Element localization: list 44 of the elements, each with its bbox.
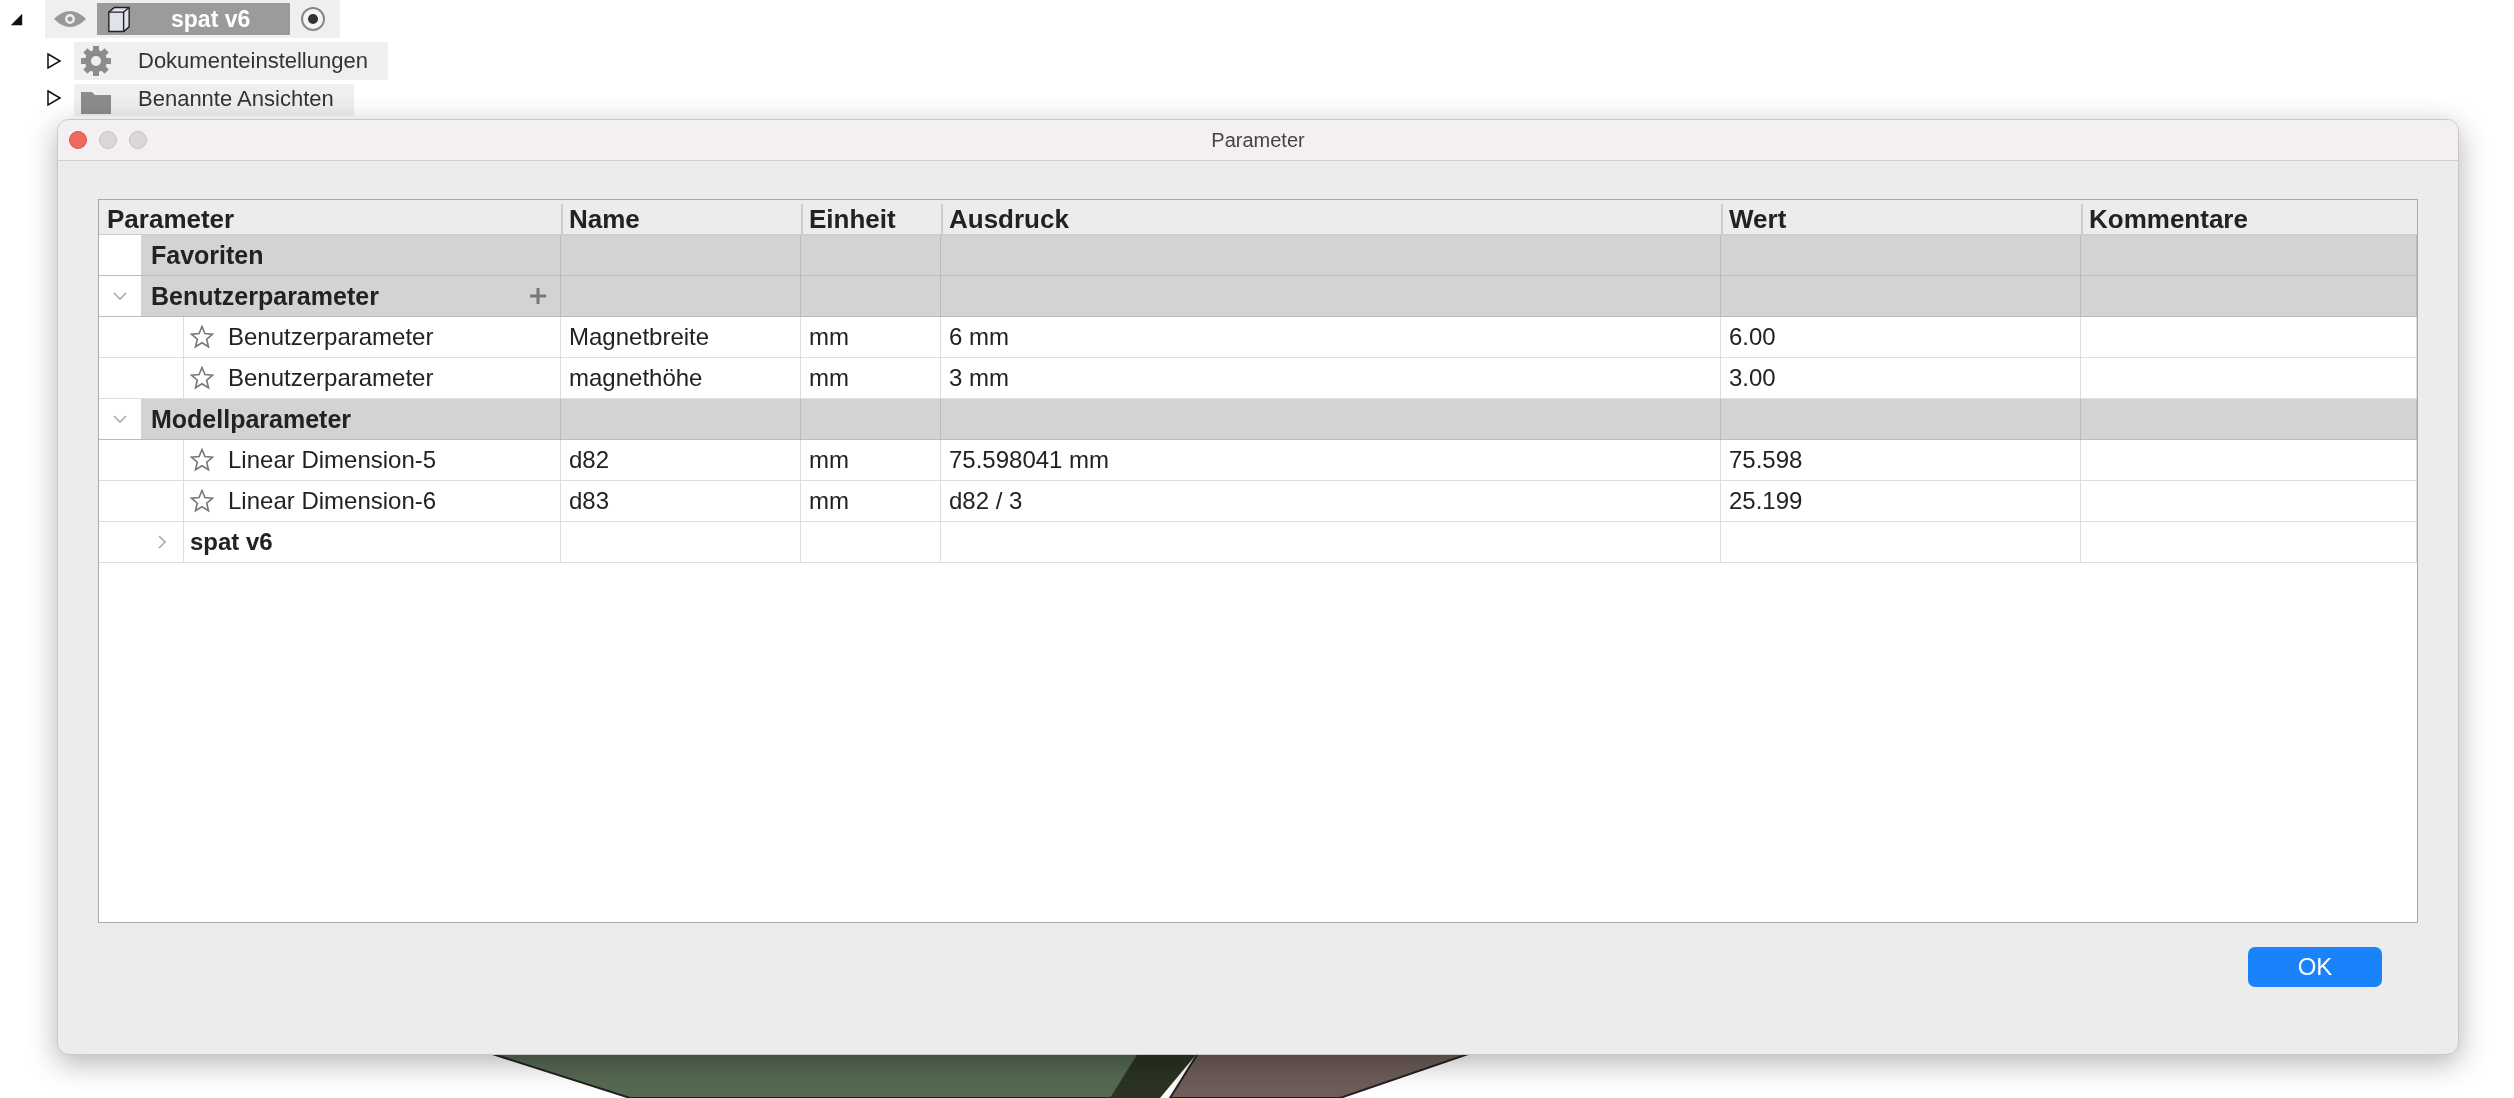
- table-cell: 25.199: [1721, 481, 2081, 521]
- table-cell: Linear Dimension-6: [183, 481, 561, 521]
- chevron-down-icon[interactable]: [112, 291, 128, 301]
- table-cell: magnethöhe: [561, 358, 801, 398]
- star-icon[interactable]: [190, 366, 214, 390]
- table-cell: mm: [801, 358, 941, 398]
- table-cell: 3 mm: [941, 358, 1721, 398]
- table-cell: mm: [801, 440, 941, 480]
- star-icon[interactable]: [190, 448, 214, 472]
- table-cell: Benutzerparameter: [183, 317, 561, 357]
- table-cell: mm: [801, 481, 941, 521]
- tree-item[interactable]: Benannte Ansichten: [74, 84, 354, 116]
- group-row-label[interactable]: Favoriten: [141, 235, 561, 275]
- tree-item[interactable]: Dokumenteinstellungen: [74, 42, 388, 80]
- window-title: Parameter: [1211, 128, 1305, 152]
- table-cell: d82 / 3: [941, 481, 1721, 521]
- collapsed-triangle-icon[interactable]: [46, 90, 62, 106]
- table-cell: d83: [561, 481, 801, 521]
- ok-button[interactable]: OK: [2248, 947, 2382, 987]
- eye-icon[interactable]: [53, 9, 87, 29]
- add-icon[interactable]: [528, 286, 548, 306]
- table-cell: 6 mm: [941, 317, 1721, 357]
- gear-icon: [80, 45, 112, 77]
- group-row-label[interactable]: Benutzerparameter: [141, 276, 561, 316]
- table-cell: 75.598041 mm: [941, 440, 1721, 480]
- table-cell: 75.598: [1721, 440, 2081, 480]
- table-cell: mm: [801, 317, 941, 357]
- chevron-right-icon[interactable]: [157, 534, 167, 550]
- collapsed-triangle-icon[interactable]: [46, 53, 62, 69]
- radio-icon[interactable]: [300, 6, 327, 32]
- star-icon[interactable]: [190, 489, 214, 513]
- table-cell: d82: [561, 440, 801, 480]
- table-cell[interactable]: spat v6: [183, 522, 561, 562]
- table-cell: Magnetbreite: [561, 317, 801, 357]
- table-cell: Benutzerparameter: [183, 358, 561, 398]
- chevron-down-icon[interactable]: [112, 414, 128, 424]
- table-cell: Linear Dimension-5: [183, 440, 561, 480]
- expanded-triangle-icon[interactable]: [10, 12, 23, 26]
- table-cell: 3.00: [1721, 358, 2081, 398]
- close-button[interactable]: [69, 131, 87, 149]
- cube-icon: [107, 5, 131, 33]
- star-icon[interactable]: [190, 325, 214, 349]
- group-row-label[interactable]: Modellparameter: [141, 399, 561, 439]
- table-cell: 6.00: [1721, 317, 2081, 357]
